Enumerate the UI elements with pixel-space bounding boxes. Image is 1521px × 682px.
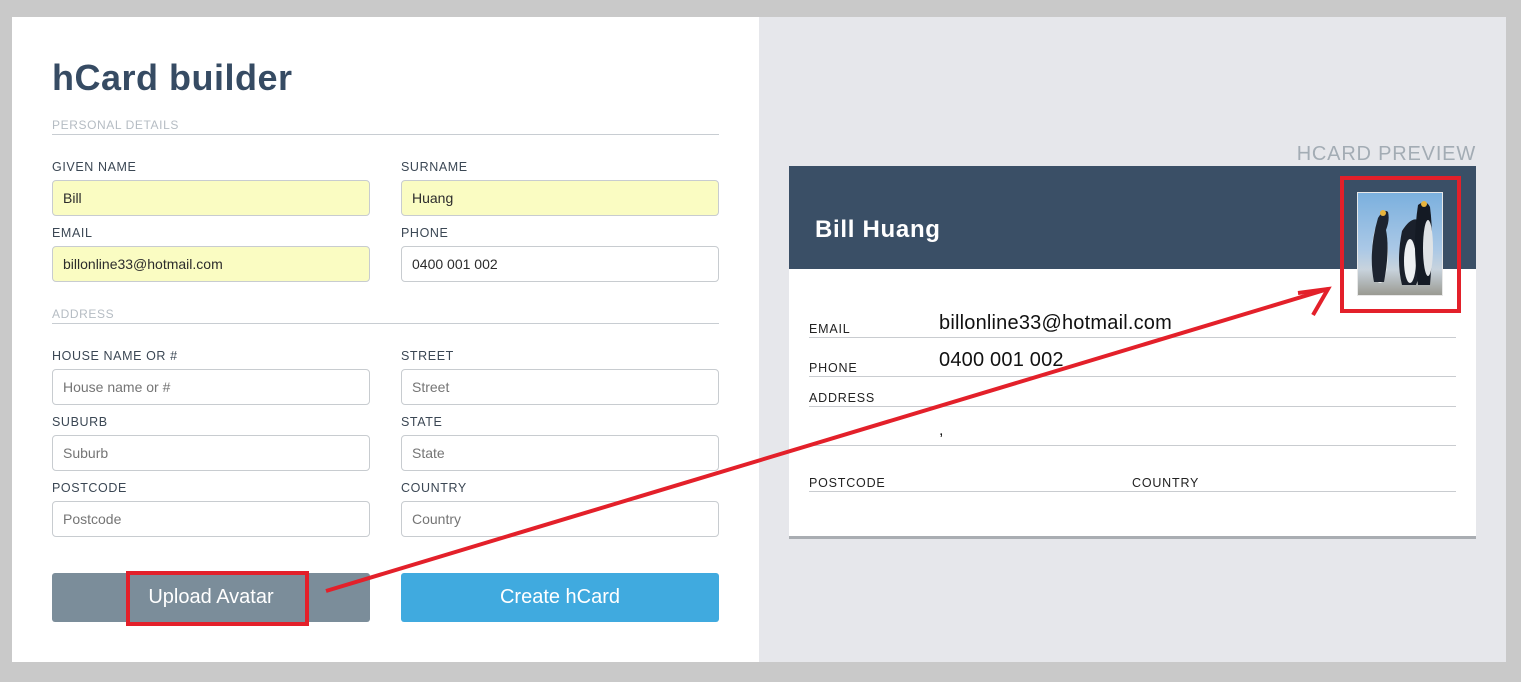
email-row: EMAIL billonline33@hotmail.com [809, 312, 1456, 338]
penguins-photo-icon [1371, 201, 1433, 285]
address-row: ADDRESS [809, 388, 1456, 407]
app-frame: hCard builder PERSONAL DETAILS GIVEN NAM… [12, 17, 1506, 662]
address-line2-row: , [809, 414, 1456, 446]
card-full-name: Bill Huang [815, 216, 941, 243]
country-label: COUNTRY [401, 481, 467, 495]
surname-label: SURNAME [401, 160, 468, 174]
postcode-input[interactable] [52, 501, 370, 537]
country-row-label: COUNTRY [1132, 476, 1200, 490]
phone-label: PHONE [401, 226, 449, 240]
state-input[interactable] [401, 435, 719, 471]
section-personal-details: PERSONAL DETAILS [52, 118, 719, 135]
given-name-input[interactable] [52, 180, 370, 216]
email-input[interactable] [52, 246, 370, 282]
suburb-label: SUBURB [52, 415, 108, 429]
address-row-label: ADDRESS [809, 391, 876, 405]
given-name-label: GIVEN NAME [52, 160, 137, 174]
email-row-value: billonline33@hotmail.com [939, 312, 1172, 334]
postcode-row-label: POSTCODE [809, 476, 886, 490]
postcode-country-row: POSTCODE COUNTRY [809, 471, 1456, 492]
street-label: STREET [401, 349, 454, 363]
phone-input[interactable] [401, 246, 719, 282]
address-line2-value: , [939, 422, 944, 439]
section-address: ADDRESS [52, 307, 719, 324]
preview-panel: HCARD PREVIEW Bill Huang EMAIL billonlin… [759, 17, 1506, 662]
suburb-input[interactable] [52, 435, 370, 471]
avatar [1357, 192, 1443, 296]
upload-avatar-button[interactable]: Upload Avatar [52, 573, 370, 622]
house-input[interactable] [52, 369, 370, 405]
country-input[interactable] [401, 501, 719, 537]
preview-heading: HCARD PREVIEW [1296, 143, 1476, 165]
postcode-label: POSTCODE [52, 481, 127, 495]
email-label: EMAIL [52, 226, 93, 240]
phone-row-value: 0400 001 002 [939, 349, 1064, 371]
hcard-preview: Bill Huang EMAIL billonline33@hotmail.co… [789, 166, 1476, 539]
page-title: hCard builder [52, 57, 293, 98]
phone-row: PHONE 0400 001 002 [809, 349, 1456, 377]
surname-input[interactable] [401, 180, 719, 216]
email-row-label: EMAIL [809, 322, 851, 336]
phone-row-label: PHONE [809, 361, 858, 375]
street-input[interactable] [401, 369, 719, 405]
state-label: STATE [401, 415, 443, 429]
create-hcard-button[interactable]: Create hCard [401, 573, 719, 622]
builder-panel: hCard builder PERSONAL DETAILS GIVEN NAM… [12, 17, 759, 662]
house-label: HOUSE NAME OR # [52, 349, 178, 363]
